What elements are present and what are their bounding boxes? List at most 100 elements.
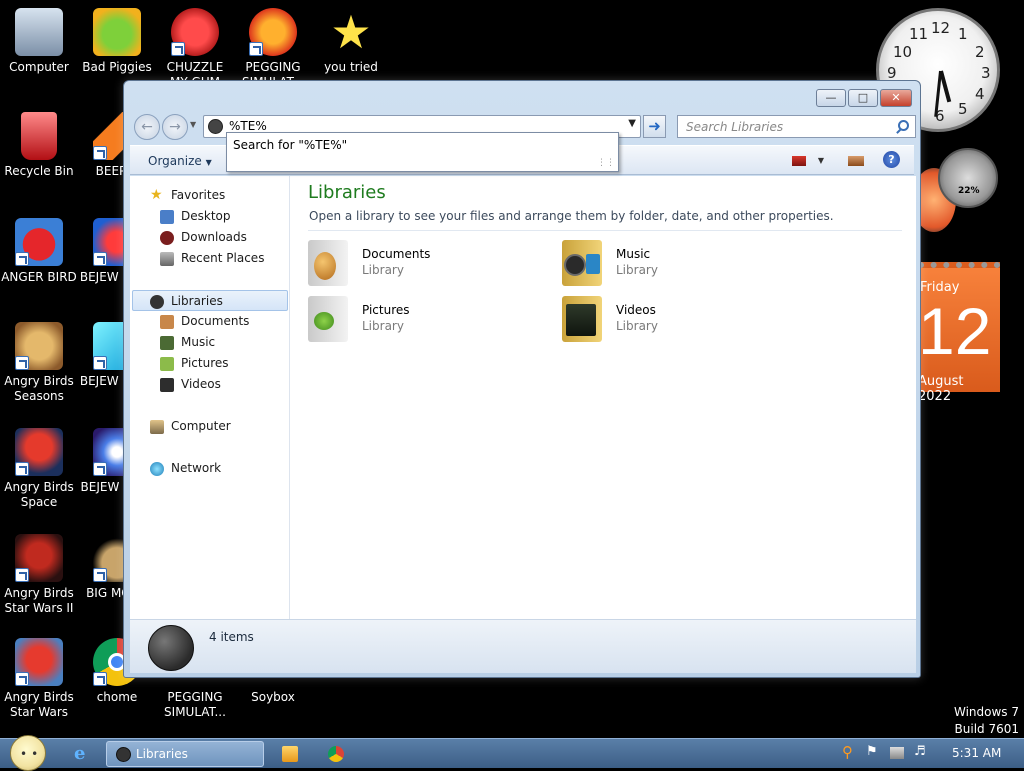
desktop-icon-chuzzle[interactable]: CHUZZLE MY GUM: [156, 8, 234, 90]
close-button[interactable]: ✕: [880, 89, 912, 107]
minimize-button[interactable]: —: [816, 89, 846, 107]
taskbar-chrome[interactable]: [316, 742, 356, 766]
library-type: Library: [362, 263, 404, 277]
nav-item-recent-places[interactable]: Recent Places: [130, 248, 290, 269]
network-icon: [150, 462, 164, 476]
search-suggestion-item[interactable]: Search for "%TE%": [233, 138, 347, 152]
nav-item-label: Desktop: [181, 209, 231, 223]
desktop-icon-recycle-bin[interactable]: Recycle Bin: [0, 112, 78, 179]
chevron-down-icon: ▼: [190, 120, 197, 129]
libraries-icon: [150, 295, 164, 309]
go-button[interactable]: ➜: [643, 115, 666, 138]
nav-network-label: Network: [171, 461, 222, 475]
documents-library-icon: [308, 240, 348, 286]
calendar-date: 12: [918, 294, 992, 368]
resize-grip-icon[interactable]: ⋮⋮: [597, 158, 615, 168]
desktop-icon-angry-birds-space[interactable]: Angry Birds Space: [0, 428, 78, 510]
taskbar-clock[interactable]: 5:31 AM: [952, 746, 1001, 760]
chuzzle-icon: [171, 8, 219, 56]
more-options-icon[interactable]: ▼: [818, 156, 824, 165]
recycle-bin-icon: [21, 112, 57, 160]
maximize-button[interactable]: □: [848, 89, 878, 107]
desktop-icon-angry-birds-star-wars-ii[interactable]: Angry Birds Star Wars II: [0, 534, 78, 616]
page-subtitle: Open a library to see your files and arr…: [309, 209, 834, 223]
nav-item-label: Videos: [181, 377, 221, 391]
nav-item-label: Downloads: [181, 230, 247, 244]
desktop-icon-bad-piggies[interactable]: Bad Piggies: [78, 8, 156, 75]
network-tray-icon[interactable]: [890, 747, 904, 759]
nav-item-label: Pictures: [181, 356, 229, 370]
videos-library-icon: [562, 296, 602, 342]
preview-pane-icon[interactable]: [848, 156, 864, 166]
nav-libraries-label: Libraries: [171, 294, 223, 308]
volume-icon[interactable]: ♬: [914, 744, 930, 760]
nav-computer-label: Computer: [171, 419, 231, 433]
star-icon: ★: [330, 5, 372, 59]
windows-version-watermark: Windows 7 Build 7601: [954, 704, 1019, 738]
change-view-icon[interactable]: [792, 156, 806, 166]
bad-piggies-icon: [93, 8, 141, 56]
content-pane: Libraries Open a library to see your fil…: [290, 176, 916, 619]
angry-birds-star-wars-icon: [15, 638, 63, 686]
library-pictures[interactable]: Pictures Library: [308, 296, 548, 344]
library-name: Documents: [362, 247, 431, 261]
nav-item-videos[interactable]: Videos: [130, 374, 290, 395]
search-tray-icon[interactable]: ⚲: [842, 743, 858, 761]
caption-buttons: — □ ✕: [814, 89, 912, 107]
desktop-icon-label: Bad Piggies: [82, 60, 152, 74]
library-type: Library: [616, 263, 658, 277]
music-library-icon: [562, 240, 602, 286]
organize-button[interactable]: Organize ▼: [148, 154, 212, 168]
library-videos[interactable]: Videos Library: [562, 296, 802, 344]
address-dropdown-arrow-icon[interactable]: ▼: [628, 118, 636, 129]
search-input[interactable]: [678, 116, 888, 137]
taskbar-ie[interactable]: e: [62, 742, 102, 766]
library-documents[interactable]: Documents Library: [308, 240, 548, 288]
desktop-icon-angry-birds-star-wars[interactable]: Angry Birds Star Wars: [0, 638, 78, 720]
desktop-icon-pegging-simulator[interactable]: PEGGING SIMULAT...: [234, 8, 312, 90]
library-type: Library: [616, 319, 658, 333]
nav-favorites[interactable]: ★ Favorites: [130, 185, 290, 206]
memory-meter-gadget[interactable]: 22%: [938, 148, 998, 208]
nav-item-downloads[interactable]: Downloads: [130, 227, 290, 248]
nav-item-documents[interactable]: Documents: [130, 311, 290, 332]
angry-bird-icon: [15, 218, 63, 266]
clock-number: 4: [975, 85, 985, 103]
search-box[interactable]: [677, 115, 916, 138]
desktop-icon-you-tried[interactable]: ★ you tried: [312, 8, 390, 75]
nav-computer[interactable]: Computer: [130, 416, 290, 437]
nav-item-label: Documents: [181, 314, 250, 328]
desktop-icon-angry-birds-seasons[interactable]: Angry Birds Seasons: [0, 322, 78, 404]
recent-pages-dropdown[interactable]: ▼: [190, 120, 196, 129]
minimize-icon: —: [825, 91, 837, 104]
clock-number: 12: [931, 19, 951, 37]
forward-arrow-icon: →: [169, 119, 181, 135]
go-arrow-icon: ➜: [648, 117, 661, 135]
clock-number: 2: [975, 43, 985, 61]
libraries-icon: [208, 119, 223, 134]
taskbar-media-player[interactable]: [270, 742, 310, 766]
angry-birds-seasons-icon: [15, 322, 63, 370]
back-button[interactable]: ←: [134, 114, 160, 140]
search-icon[interactable]: [898, 120, 909, 131]
action-center-flag-icon[interactable]: ⚑: [866, 744, 882, 760]
desktop-icon-anger-bird[interactable]: ANGER BIRD: [0, 218, 78, 285]
help-icon[interactable]: ?: [883, 151, 900, 168]
calendar-gadget[interactable]: Friday 12 August 2022: [918, 262, 1000, 404]
clock-number: 1: [958, 25, 968, 43]
nav-item-music[interactable]: Music: [130, 332, 290, 353]
taskbar-libraries[interactable]: Libraries: [106, 741, 264, 767]
computer-icon: [15, 8, 63, 56]
meter-percent: 22%: [958, 186, 980, 196]
nav-item-pictures[interactable]: Pictures: [130, 353, 290, 374]
page-title: Libraries: [308, 182, 386, 203]
library-music[interactable]: Music Library: [562, 240, 802, 288]
desktop-icon-label: chome: [96, 690, 138, 704]
forward-button[interactable]: →: [162, 114, 188, 140]
nav-network[interactable]: Network: [130, 458, 290, 479]
desktop-icon-computer[interactable]: Computer: [0, 8, 78, 75]
nav-libraries[interactable]: Libraries: [132, 290, 288, 311]
address-input[interactable]: %TE%: [229, 119, 267, 133]
nav-item-desktop[interactable]: Desktop: [130, 206, 290, 227]
start-button[interactable]: ••: [10, 735, 46, 771]
